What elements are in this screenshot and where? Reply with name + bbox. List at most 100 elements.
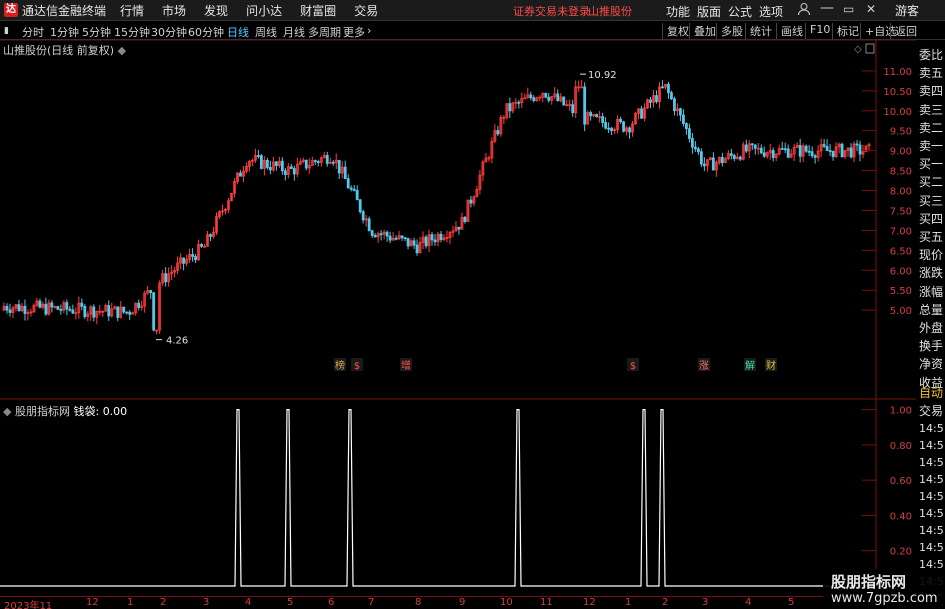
price-tick-label: 9.50 <box>890 127 912 138</box>
watermark: 股朋指标网 www.7gpzb.com <box>823 569 945 609</box>
candle-body <box>125 311 129 314</box>
candle-body <box>137 302 141 308</box>
candle-body <box>68 308 72 311</box>
date-tick-label: 1 <box>127 597 134 608</box>
menu-quotes[interactable]: 行情 <box>120 2 144 19</box>
current-stock-name[interactable]: 山推股份 <box>588 3 632 19</box>
close-icon[interactable]: ✕ <box>866 2 876 16</box>
period-weekly[interactable]: 周线 <box>255 24 277 40</box>
price-tick-label: 11.00 <box>883 67 912 78</box>
menu-layout[interactable]: 版面 <box>697 3 721 20</box>
minimize-icon[interactable]: — <box>820 0 834 16</box>
period-intraday[interactable]: 分时 <box>22 24 44 40</box>
candle-body <box>343 166 347 180</box>
menu-formula[interactable]: 公式 <box>728 3 752 20</box>
price-tick-label: 6.00 <box>890 266 912 277</box>
candle-body <box>152 292 156 331</box>
candle-body <box>430 234 434 241</box>
candle-body <box>394 237 398 240</box>
candle-body <box>388 235 392 241</box>
date-tick-label: 9 <box>459 597 466 608</box>
svg-text:$: $ <box>354 361 360 372</box>
price-chart[interactable]: 11.00 10.50 10.00 9.50 9.00 8.50 8.00 7.50 7.00 6… <box>0 40 916 400</box>
candle-body <box>433 239 437 243</box>
btn-back[interactable]: 返回 <box>890 23 917 39</box>
svg-text:财: 财 <box>766 359 776 372</box>
candle-body <box>280 160 284 172</box>
period-1min[interactable]: 1分钟 <box>50 24 79 40</box>
period-60min[interactable]: 60分钟 <box>188 24 224 40</box>
side-label: 委比 <box>919 48 944 62</box>
auto-label[interactable]: 自动 <box>919 384 943 401</box>
diamond-icon: ◇ <box>854 44 862 55</box>
login-notice[interactable]: 证券交易未登录 <box>513 3 590 19</box>
period-multi[interactable]: 多周期 <box>308 24 341 40</box>
btn-adjust[interactable]: 复权 <box>662 23 689 39</box>
btn-statistics[interactable]: 统计 <box>745 23 772 39</box>
candle-body <box>604 122 608 129</box>
event-marker[interactable]: 增 <box>400 358 412 372</box>
candle-body <box>260 155 263 169</box>
date-tick-label: 8 <box>415 597 422 608</box>
btn-f10[interactable]: F10 <box>805 23 830 39</box>
period-30min[interactable]: 30分钟 <box>151 24 187 40</box>
candle-body <box>194 256 197 261</box>
guest-label[interactable]: 游客 <box>895 2 919 19</box>
candle-body <box>849 147 853 158</box>
btn-mark[interactable]: 标记 <box>832 23 859 39</box>
candle-body <box>649 99 652 103</box>
menu-wealth[interactable]: 财富圈 <box>300 2 336 19</box>
candle-body <box>373 235 377 238</box>
user-icon[interactable] <box>797 2 811 19</box>
menu-ask[interactable]: 问小达 <box>246 2 282 19</box>
price-tick-label: 8.50 <box>890 167 912 178</box>
trade-label[interactable]: 交易 <box>919 402 943 419</box>
candle-body <box>8 309 12 313</box>
event-marker[interactable]: $ <box>351 358 363 372</box>
watermark-title: 股朋指标网 <box>831 573 907 591</box>
candle-body <box>508 103 512 112</box>
period-15min[interactable]: 15分钟 <box>114 24 150 40</box>
chevron-right-icon[interactable]: › <box>367 24 371 37</box>
date-tick-label: 12 <box>86 597 99 608</box>
period-monthly[interactable]: 月线 <box>283 24 305 40</box>
maximize-icon[interactable]: ▭ <box>843 2 854 16</box>
candle-body <box>265 159 269 168</box>
menu-trade[interactable]: 交易 <box>354 2 378 19</box>
top-menu-bar: 达 通达信金融终端 行情 市场 发现 问小达 财富圈 交易 证券交易未登录 山推… <box>0 0 945 21</box>
candle-body <box>813 155 817 158</box>
btn-multi-stock[interactable]: 多股 <box>716 23 743 39</box>
side-label: 买二 <box>919 175 944 190</box>
candle-body <box>325 154 329 164</box>
event-marker[interactable]: 财 <box>765 358 777 372</box>
period-more[interactable]: 更多 <box>343 24 365 40</box>
side-label: 涨幅 <box>919 284 944 299</box>
event-marker[interactable]: 榜 <box>334 358 346 372</box>
menu-function[interactable]: 功能 <box>666 3 690 20</box>
candle-body <box>38 300 42 308</box>
candle-body <box>711 157 715 171</box>
candle-body <box>92 306 96 318</box>
btn-draw-line[interactable]: 画线 <box>776 23 803 39</box>
date-tick-label: 6 <box>328 597 335 608</box>
menu-discover[interactable]: 发现 <box>204 2 228 19</box>
candle-body <box>694 146 697 150</box>
btn-overlay[interactable]: 叠加 <box>689 23 716 39</box>
ind-tick-label: 0.40 <box>890 511 912 522</box>
date-tick-label: 3 <box>702 597 709 608</box>
candle-body <box>580 86 584 89</box>
menu-market[interactable]: 市场 <box>162 2 186 19</box>
period-5min[interactable]: 5分钟 <box>82 24 111 40</box>
event-marker[interactable]: 解 <box>744 358 756 372</box>
price-tick-label: 7.50 <box>890 206 912 217</box>
tick-time: 14:5 <box>919 507 944 520</box>
svg-text:$: $ <box>630 361 636 372</box>
indicator-chart[interactable]: 1.00 0.80 0.60 0.40 0.20 <box>0 400 916 596</box>
side-label: 买三 <box>919 193 944 208</box>
candle-body <box>412 240 416 246</box>
event-marker[interactable]: $ <box>627 358 639 372</box>
menu-options[interactable]: 选项 <box>759 3 783 20</box>
event-marker[interactable]: 涨 <box>698 358 710 372</box>
period-daily[interactable]: 日线 <box>227 24 249 40</box>
collapse-icon[interactable]: ▮ <box>4 26 9 36</box>
